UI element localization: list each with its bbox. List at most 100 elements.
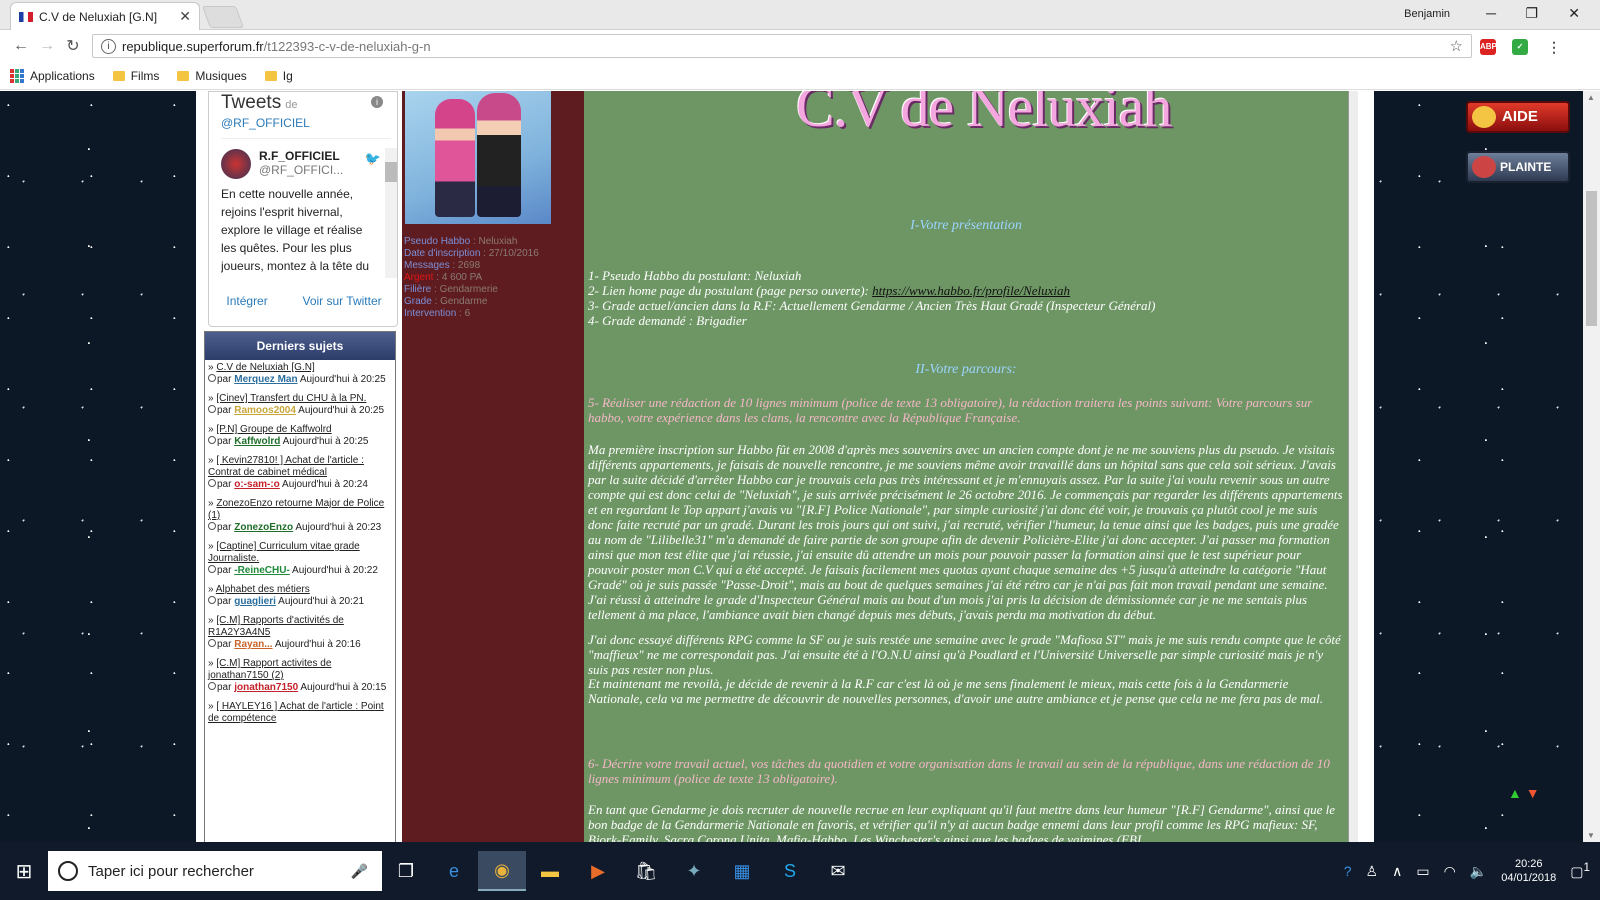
windows-start-icon[interactable]: ⊞: [0, 851, 48, 891]
wifi-icon[interactable]: ◠: [1444, 863, 1456, 880]
edge-icon[interactable]: e: [430, 851, 478, 891]
topic-link[interactable]: [ HAYLEY16 ] Achat de l'article : Point …: [208, 701, 384, 724]
store-icon[interactable]: 🛍: [622, 851, 670, 891]
microphone-icon[interactable]: 🎤: [351, 863, 368, 880]
folder-icon: [177, 70, 190, 81]
menu-icon[interactable]: ⋮: [1546, 39, 1562, 55]
user-link[interactable]: jonathan7150: [234, 682, 298, 693]
field-value: 4 600 PA: [441, 272, 483, 283]
bookmark-musiques[interactable]: Musiques: [177, 68, 247, 83]
par-label: par: [217, 479, 232, 490]
extension-icon[interactable]: ✓: [1512, 39, 1528, 55]
user-link[interactable]: guaglieri: [234, 596, 276, 607]
user-link[interactable]: ZonezoEnzo: [234, 522, 293, 533]
topic-link[interactable]: [P.N] Groupe de Kaffwolrd: [216, 424, 331, 435]
question-6: 6- Décrire votre travail actuel, vos tâc…: [588, 756, 1330, 786]
presentation-block: 1- Pseudo Habbo du postulant: Neluxiah 2…: [588, 268, 1344, 328]
mail-icon[interactable]: ✉: [814, 851, 862, 891]
answer-6-paragraph-1: En tant que Gendarme je dois recruter de…: [588, 802, 1335, 842]
twitter-handle[interactable]: @RF_OFFICIEL: [221, 116, 385, 130]
bookmark-films[interactable]: Films: [112, 69, 159, 83]
page-right-border: [1348, 91, 1358, 842]
profile-field: Pseudo Habbo : Neluxiah: [404, 236, 539, 248]
restore-icon[interactable]: ❐: [1525, 5, 1538, 22]
topic-link[interactable]: [Cinev] Transfert du CHU à la PN.: [216, 393, 366, 404]
url-path: /t122393-c-v-de-neluxiah-g-n: [263, 38, 431, 54]
clock[interactable]: 20:26 04/01/2018: [1501, 857, 1556, 885]
topic-link[interactable]: [Captine] Curriculum vitae grade Journal…: [208, 541, 360, 564]
clock-time: 20:26: [1514, 858, 1543, 870]
skype-icon[interactable]: S: [766, 851, 814, 891]
adblock-icon[interactable]: ABP: [1480, 39, 1497, 55]
plainte-button[interactable]: PLAINTE: [1466, 151, 1570, 183]
tweet-scrollbar[interactable]: [385, 148, 397, 278]
close-window-icon[interactable]: ✕: [1568, 5, 1580, 22]
user-link[interactable]: -ReineCHU-: [234, 565, 290, 576]
info-icon[interactable]: i: [101, 38, 116, 54]
question-5: 5- Réaliser une rédaction de 10 lignes m…: [588, 395, 1313, 425]
bookmark-label: Musiques: [195, 68, 247, 83]
avatar[interactable]: [221, 149, 251, 179]
sidebar: Tweets de @RF_OFFICIEL i R.F_OFFICIEL @RF…: [204, 91, 402, 842]
avatar-figure-right: [477, 93, 521, 217]
scroll-down-icon[interactable]: ▼: [1587, 831, 1595, 840]
topic-link[interactable]: C.V de Neluxiah [G.N]: [216, 362, 314, 373]
field-value: Gendarme: [440, 296, 488, 307]
scroll-up-icon[interactable]: ▲: [1587, 93, 1595, 102]
taskbar-search[interactable]: Taper ici pour rechercher 🎤: [48, 851, 382, 891]
people-icon[interactable]: ♙: [1366, 863, 1379, 880]
embed-link[interactable]: Intégrer: [226, 294, 267, 308]
user-link[interactable]: Merquez Man: [234, 374, 297, 385]
scroll-up-arrow-icon[interactable]: ▲: [1508, 785, 1522, 801]
chevron-up-icon[interactable]: ∧: [1392, 863, 1402, 880]
twitter-widget: Tweets de @RF_OFFICIEL i R.F_OFFICIEL @RF…: [208, 91, 398, 327]
topic-link[interactable]: [C.M] Rapports d'activités de R1A2Y3A4N5: [208, 615, 344, 638]
new-tab-button[interactable]: [201, 6, 245, 28]
reload-icon[interactable]: ↻: [60, 36, 86, 56]
defender-icon[interactable]: ▦: [718, 851, 766, 891]
bookmark-applications[interactable]: Applications: [10, 68, 95, 83]
volume-icon[interactable]: 🔈: [1470, 863, 1487, 880]
post-time: Aujourd'hui à 20:24: [282, 479, 368, 490]
field-label: Messages: [404, 260, 450, 271]
close-tab-icon[interactable]: ✕: [179, 8, 191, 25]
tab-cv-neluxiah[interactable]: C.V de Neluxiah [G.N] ✕: [10, 2, 200, 30]
media-player-icon[interactable]: ▶: [574, 851, 622, 891]
topic-link[interactable]: ZonezoEnzo retourne Major de Police (1): [208, 498, 384, 521]
profile-name[interactable]: Benjamin: [1404, 8, 1450, 20]
task-view-icon[interactable]: ❐: [382, 851, 430, 891]
scroll-arrows: ▲ ▼: [1508, 785, 1540, 801]
topic-link[interactable]: [ Kevin27810! ] Achat de l'article : Con…: [208, 455, 364, 478]
dropbox-icon[interactable]: ✦: [670, 851, 718, 891]
topic-link[interactable]: Alphabet des métiers: [216, 584, 310, 595]
tab-title: C.V de Neluxiah [G.N]: [39, 9, 158, 24]
user-link[interactable]: Kaffwolrd: [234, 436, 280, 447]
bookmark-ig[interactable]: Ig: [264, 69, 293, 83]
help-icon[interactable]: ?: [1344, 863, 1352, 879]
user-link[interactable]: Rayan...: [234, 639, 272, 650]
file-explorer-icon[interactable]: ▬: [526, 851, 574, 891]
battery-icon[interactable]: ▭: [1416, 863, 1429, 880]
scroll-down-arrow-icon[interactable]: ▼: [1526, 785, 1540, 801]
page-scrollbar[interactable]: ▲ ▼: [1583, 91, 1600, 842]
chrome-icon[interactable]: ◉: [478, 851, 526, 891]
view-on-twitter-link[interactable]: Voir sur Twitter: [302, 294, 381, 308]
bookmark-star-icon[interactable]: ☆: [1450, 37, 1463, 55]
profile-field: Date d'inscription : 27/10/2016: [404, 248, 539, 260]
back-icon[interactable]: ←: [8, 37, 34, 55]
user-link[interactable]: o:-sam-:o: [234, 479, 280, 490]
notifications-icon[interactable]: ▢1: [1570, 861, 1590, 881]
folder-icon: [112, 70, 125, 81]
user-link[interactable]: Ramoos2004: [234, 405, 296, 416]
info-icon[interactable]: i: [371, 96, 383, 108]
forward-icon[interactable]: →: [34, 37, 60, 55]
scrollbar-thumb[interactable]: [1586, 191, 1597, 326]
aide-button[interactable]: AIDE: [1466, 101, 1570, 133]
address-bar[interactable]: i republique.superforum.fr/t122393-c-v-d…: [92, 34, 1472, 58]
url-host: republique.superforum.fr: [122, 38, 264, 54]
homepage-link[interactable]: https://www.habbo.fr/profile/Neluxiah: [872, 283, 1070, 298]
topic-link[interactable]: [C.M] Rapport activites de jonathan7150 …: [208, 658, 331, 681]
field-label: Argent: [404, 272, 434, 283]
minimize-icon[interactable]: ─: [1486, 5, 1496, 21]
list-item: » Alphabet des métiers par guaglieri Aujo…: [208, 584, 365, 607]
